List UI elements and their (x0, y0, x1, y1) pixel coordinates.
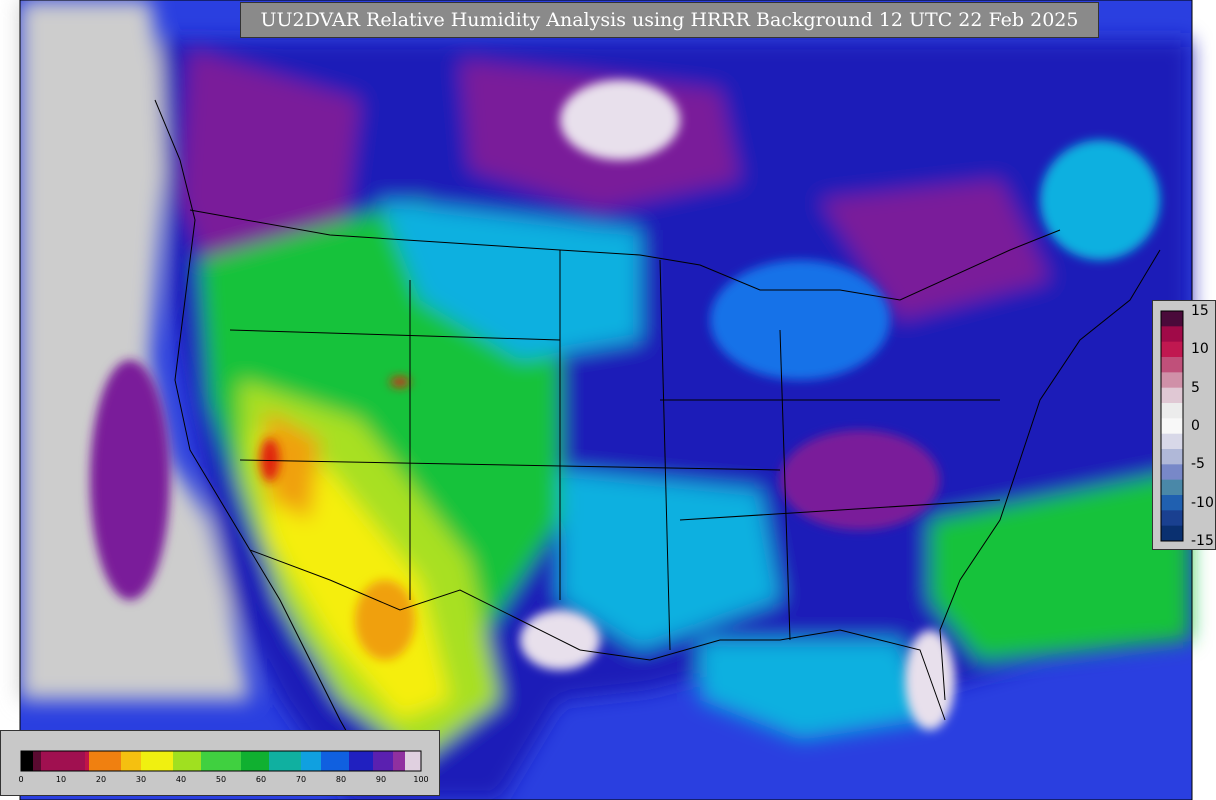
rh-colorbar-tick: 100 (413, 775, 429, 784)
difference-colorbar-panel: 15 10 5 0 -5 -10 -15 (1152, 300, 1216, 550)
rh-colorbar-segment (173, 751, 201, 771)
great-lakes-blue (710, 260, 890, 380)
rh-colorbar-segment (121, 751, 141, 771)
rh-colorbar-segment (201, 751, 241, 771)
rh-colorbar-segment (33, 751, 41, 771)
rh-colorbar-segment (301, 751, 321, 771)
rh-colorbar-segment (141, 751, 173, 771)
difference-colorbar (1160, 310, 1184, 542)
rh-colorbar-segment (373, 751, 393, 771)
rh-colorbar-tick: 10 (55, 775, 67, 784)
rh-colorbar-segment (241, 751, 269, 771)
rh-colorbar-tick: 30 (135, 775, 147, 784)
rh-colorbar-panel: 0 10 20 30 40 50 60 70 80 90 100 (0, 730, 440, 796)
difference-colorbar-tick: -15 (1191, 533, 1214, 549)
rh-colorbar-tick: 80 (335, 775, 347, 784)
difference-colorbar-segment (1161, 433, 1183, 450)
rh-colorbar-tick: 40 (175, 775, 187, 784)
difference-colorbar-tick: 0 (1191, 418, 1200, 434)
rh-colorbar-segment (393, 751, 405, 771)
rh-colorbar-segment (85, 751, 89, 771)
hudson-purple (560, 80, 680, 160)
difference-colorbar-segment (1161, 311, 1183, 327)
difference-colorbar-segment (1161, 341, 1183, 358)
rh-colorbar-tick: 60 (255, 775, 267, 784)
rh-colorbar-tick: 70 (295, 775, 307, 784)
difference-colorbar-segment (1161, 418, 1183, 435)
rh-colorbar-tick: 0 (18, 775, 24, 784)
pacific-purple-band (90, 360, 170, 600)
idaho-red-spot (390, 377, 410, 387)
difference-colorbar-segment (1161, 449, 1183, 465)
difference-colorbar-segment (1161, 510, 1183, 527)
rh-colorbar (20, 750, 422, 772)
quebec-green-cyan (1040, 140, 1160, 260)
mexico-orange (355, 580, 415, 660)
difference-colorbar-segment (1161, 403, 1183, 419)
rh-colorbar-segment (269, 751, 301, 771)
rh-colorbar-segment (405, 751, 421, 771)
rh-colorbar-segment (41, 751, 85, 771)
rh-colorbar-tick: 20 (95, 775, 107, 784)
difference-colorbar-segment (1161, 525, 1183, 542)
rh-colorbar-tick: 50 (215, 775, 227, 784)
difference-colorbar-segment (1161, 495, 1183, 511)
map-title: UU2DVAR Relative Humidity Analysis using… (240, 2, 1099, 38)
relative-humidity-map (19, 0, 1193, 800)
difference-colorbar-segment (1161, 464, 1183, 481)
difference-colorbar-segment (1161, 357, 1183, 373)
rh-colorbar-tick: 90 (375, 775, 387, 784)
difference-colorbar-tick: -10 (1191, 494, 1214, 511)
rh-colorbar-segment (321, 751, 349, 771)
rh-colorbar-segment (21, 751, 33, 771)
difference-colorbar-segment (1161, 372, 1183, 389)
appalachia-purple (780, 430, 940, 530)
rh-colorbar-segment (349, 751, 373, 771)
difference-colorbar-tick: -5 (1191, 456, 1205, 473)
difference-colorbar-tick: 15 (1191, 303, 1209, 319)
florida-pale (905, 630, 955, 730)
difference-colorbar-segment (1161, 479, 1183, 496)
rh-colorbar-segment (89, 751, 121, 771)
difference-colorbar-segment (1161, 387, 1183, 404)
difference-colorbar-segment (1161, 326, 1183, 343)
difference-colorbar-tick: 5 (1191, 379, 1200, 396)
difference-colorbar-tick: 10 (1191, 341, 1209, 358)
